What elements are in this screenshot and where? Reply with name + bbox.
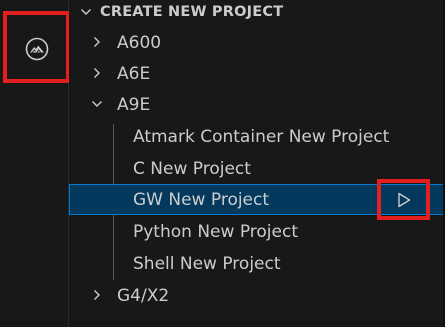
tree-item-label: G4/X2 — [117, 285, 170, 306]
tree-item-shell-new-project[interactable]: Shell New Project — [69, 248, 445, 279]
tree-item-label: A6E — [117, 63, 151, 84]
chevron-right-icon — [94, 68, 100, 78]
chevron-down-icon — [92, 101, 102, 107]
section-title: CREATE NEW PROJECT — [100, 4, 284, 20]
play-highlight-box — [377, 179, 430, 220]
tree-item-label: Shell New Project — [133, 253, 281, 274]
chevron-right-icon — [94, 290, 100, 300]
activity-highlight-box — [3, 11, 70, 83]
tree-item-a6e[interactable]: A6E — [69, 58, 445, 89]
tree-item-label: C New Project — [133, 158, 251, 179]
tree-item-label: Atmark Container New Project — [133, 126, 390, 147]
tree-item-label: GW New Project — [133, 189, 270, 210]
atmark-mountain-icon[interactable] — [25, 37, 49, 61]
app-window: CREATE NEW PROJECT A600 A6E A9E Atmark C… — [0, 0, 445, 327]
tree-item-atmark-container-new-project[interactable]: Atmark Container New Project — [69, 121, 445, 152]
tree-item-g4-x2[interactable]: G4/X2 — [69, 280, 445, 311]
play-icon[interactable] — [396, 192, 412, 208]
chevron-right-icon — [94, 37, 100, 47]
tree-item-label: A9E — [117, 94, 151, 115]
activity-bar — [0, 0, 70, 327]
tree-item-a9e[interactable]: A9E — [69, 89, 445, 120]
section-header[interactable]: CREATE NEW PROJECT — [79, 0, 283, 24]
tree-item-label: A600 — [117, 32, 162, 53]
tree-item-a600[interactable]: A600 — [69, 27, 445, 58]
side-panel: CREATE NEW PROJECT A600 A6E A9E Atmark C… — [69, 0, 445, 327]
tree-item-python-new-project[interactable]: Python New Project — [69, 216, 445, 247]
tree-item-label: Python New Project — [133, 221, 298, 242]
chevron-down-icon — [81, 9, 91, 15]
